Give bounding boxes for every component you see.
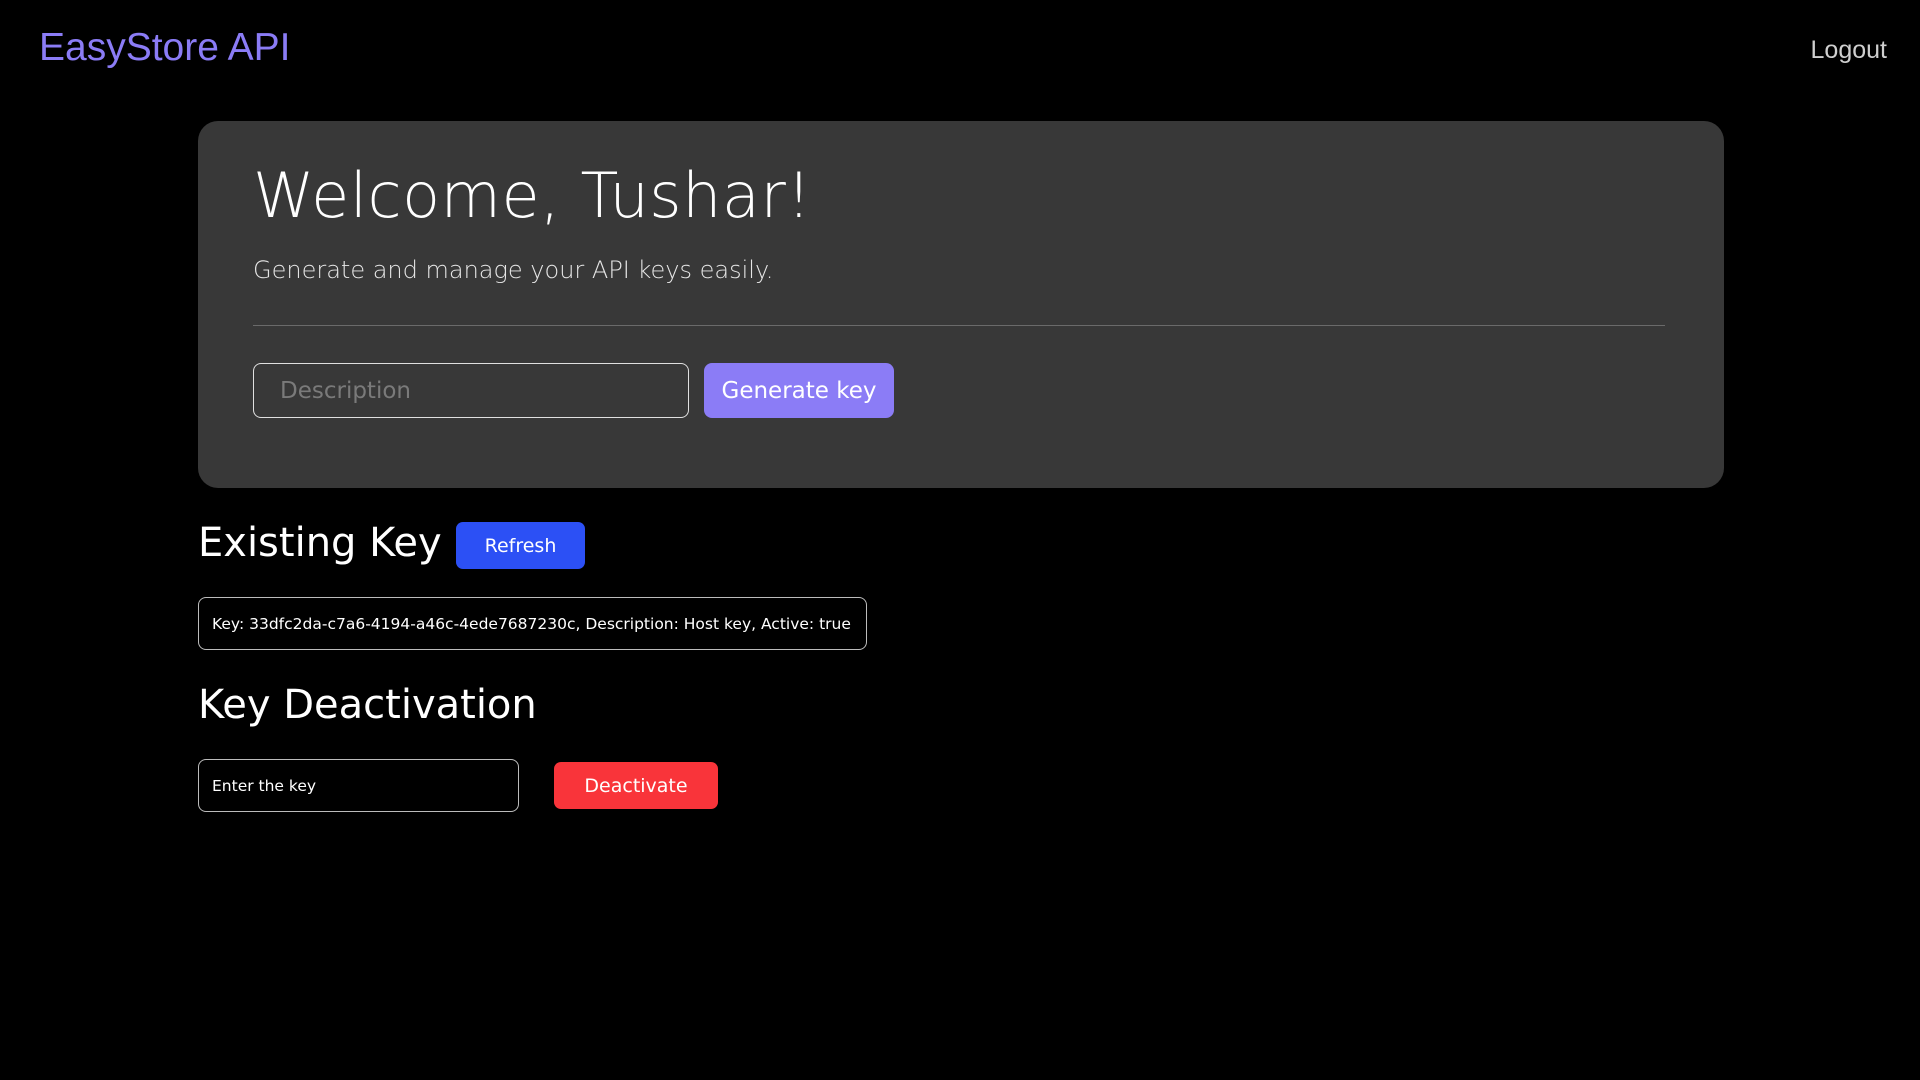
logout-link[interactable]: Logout <box>1811 36 1887 65</box>
generate-key-button[interactable]: Generate key <box>704 363 894 418</box>
welcome-card: Welcome, Tushar! Generate and manage you… <box>198 121 1724 488</box>
description-input[interactable] <box>253 363 689 418</box>
existing-key-item: Key: 33dfc2da-c7a6-4194-a46c-4ede7687230… <box>198 597 867 650</box>
deactivate-key-input[interactable] <box>198 759 519 812</box>
existing-key-title: Existing Key <box>198 520 442 566</box>
brand-link[interactable]: EasyStore API <box>39 26 290 70</box>
welcome-subtitle: Generate and manage your API keys easily… <box>253 256 774 284</box>
refresh-button[interactable]: Refresh <box>456 522 585 569</box>
navbar: EasyStore API Logout <box>0 0 1920 100</box>
divider <box>253 325 1665 326</box>
deactivate-button[interactable]: Deactivate <box>554 762 718 809</box>
key-deactivation-title: Key Deactivation <box>198 682 537 728</box>
welcome-title: Welcome, Tushar! <box>253 159 812 232</box>
existing-key-text: Key: 33dfc2da-c7a6-4194-a46c-4ede7687230… <box>212 614 851 633</box>
